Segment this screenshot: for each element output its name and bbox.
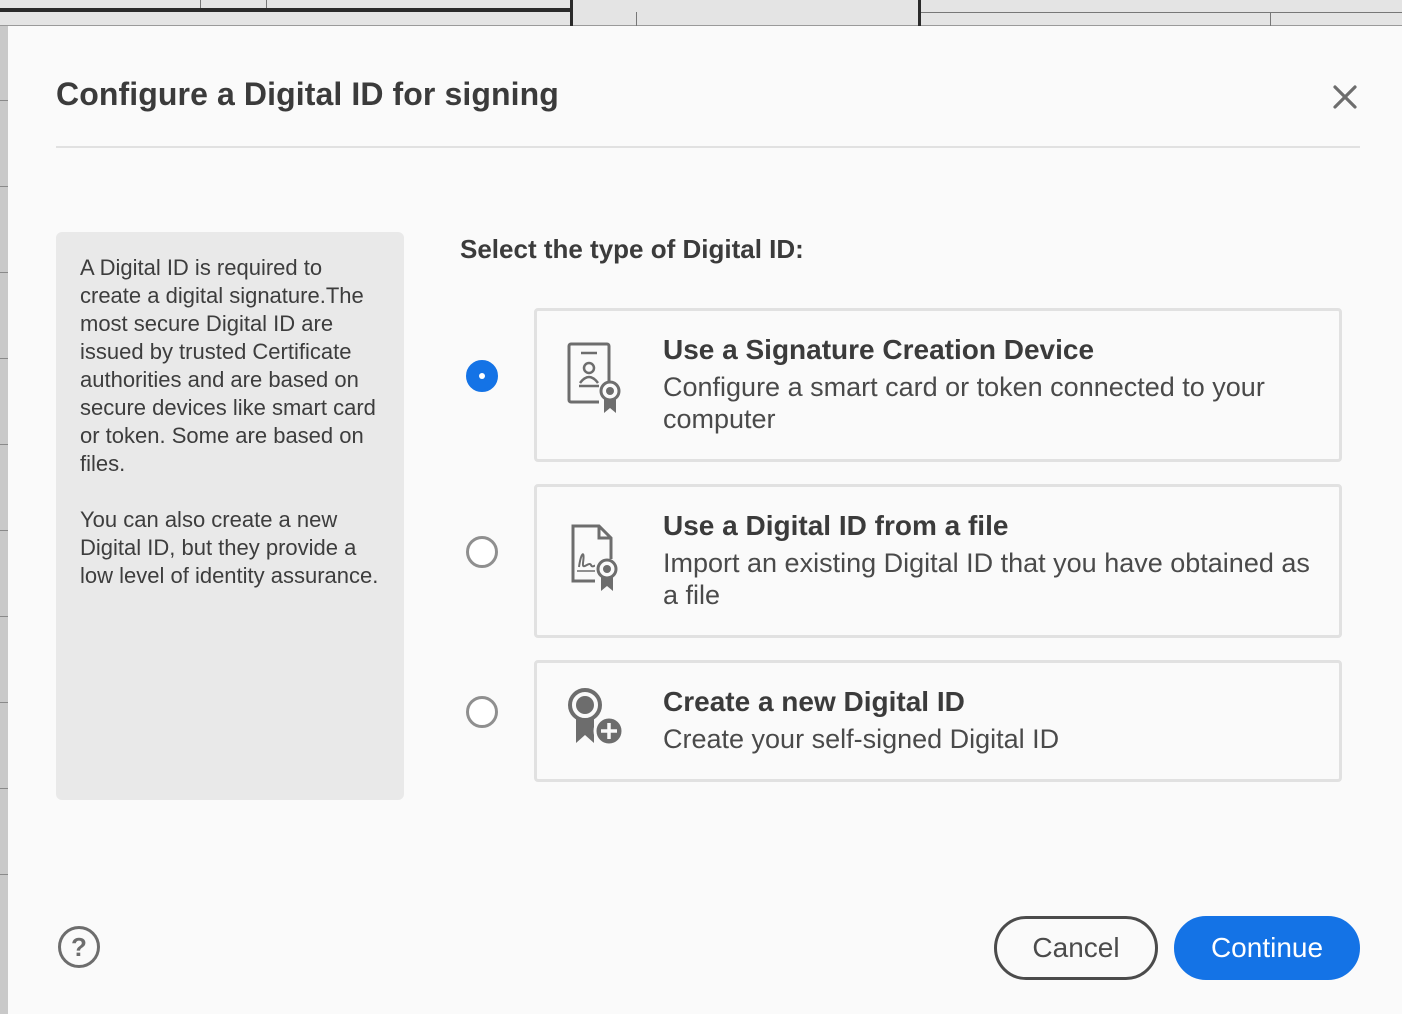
background-toolbar bbox=[0, 0, 1402, 26]
radio-create-new-digital-id[interactable] bbox=[466, 696, 498, 728]
background-left-edge bbox=[0, 26, 8, 1014]
option-description: Import an existing Digital ID that you h… bbox=[663, 548, 1310, 610]
background-divider bbox=[200, 0, 201, 8]
option-description: Configure a smart card or token connecte… bbox=[663, 372, 1265, 434]
cancel-button[interactable]: Cancel bbox=[994, 916, 1158, 980]
option-title: Create a new Digital ID bbox=[663, 686, 965, 717]
background-divider bbox=[0, 702, 8, 703]
background-divider bbox=[0, 788, 8, 789]
radio-signature-creation-device[interactable] bbox=[466, 360, 498, 392]
background-divider bbox=[266, 0, 267, 8]
background-divider bbox=[0, 8, 570, 12]
option-description: Create your self-signed Digital ID bbox=[663, 724, 1060, 754]
background-divider bbox=[0, 874, 8, 875]
option-title: Use a Digital ID from a file bbox=[663, 510, 1009, 541]
background-divider bbox=[0, 616, 8, 617]
close-button[interactable] bbox=[1330, 82, 1360, 112]
background-divider bbox=[0, 444, 8, 445]
close-icon bbox=[1333, 85, 1357, 109]
background-divider bbox=[570, 0, 573, 26]
background-divider bbox=[636, 12, 637, 26]
background-divider bbox=[918, 0, 921, 26]
background-divider bbox=[0, 186, 8, 187]
background-divider bbox=[921, 12, 1402, 13]
dialog-title: Configure a Digital ID for signing bbox=[56, 76, 559, 112]
option-signature-creation-device[interactable]: Use a Signature Creation Device Configur… bbox=[534, 308, 1342, 462]
info-paragraph: A Digital ID is required to create a dig… bbox=[80, 255, 376, 476]
help-button[interactable]: ? bbox=[58, 926, 100, 968]
info-panel: A Digital ID is required to create a dig… bbox=[56, 232, 404, 800]
background-divider bbox=[0, 358, 8, 359]
background-divider bbox=[0, 530, 8, 531]
info-paragraph: You can also create a new Digital ID, bu… bbox=[80, 507, 379, 588]
radio-digital-id-from-file[interactable] bbox=[466, 536, 498, 568]
background-divider bbox=[1270, 12, 1271, 26]
background-divider bbox=[0, 272, 8, 273]
option-title: Use a Signature Creation Device bbox=[663, 334, 1095, 365]
new-certificate-icon bbox=[563, 685, 629, 751]
title-divider bbox=[56, 146, 1360, 148]
certificate-badge-icon bbox=[563, 341, 629, 413]
signed-file-icon bbox=[563, 523, 629, 591]
select-type-label: Select the type of Digital ID: bbox=[460, 234, 804, 264]
continue-button[interactable]: Continue bbox=[1174, 916, 1360, 980]
option-digital-id-from-file[interactable]: Use a Digital ID from a file Import an e… bbox=[534, 484, 1342, 638]
option-create-new-digital-id[interactable]: Create a new Digital ID Create your self… bbox=[534, 660, 1342, 782]
background-divider bbox=[0, 100, 8, 101]
configure-digital-id-dialog: Configure a Digital ID for signing A Dig… bbox=[8, 26, 1402, 1014]
